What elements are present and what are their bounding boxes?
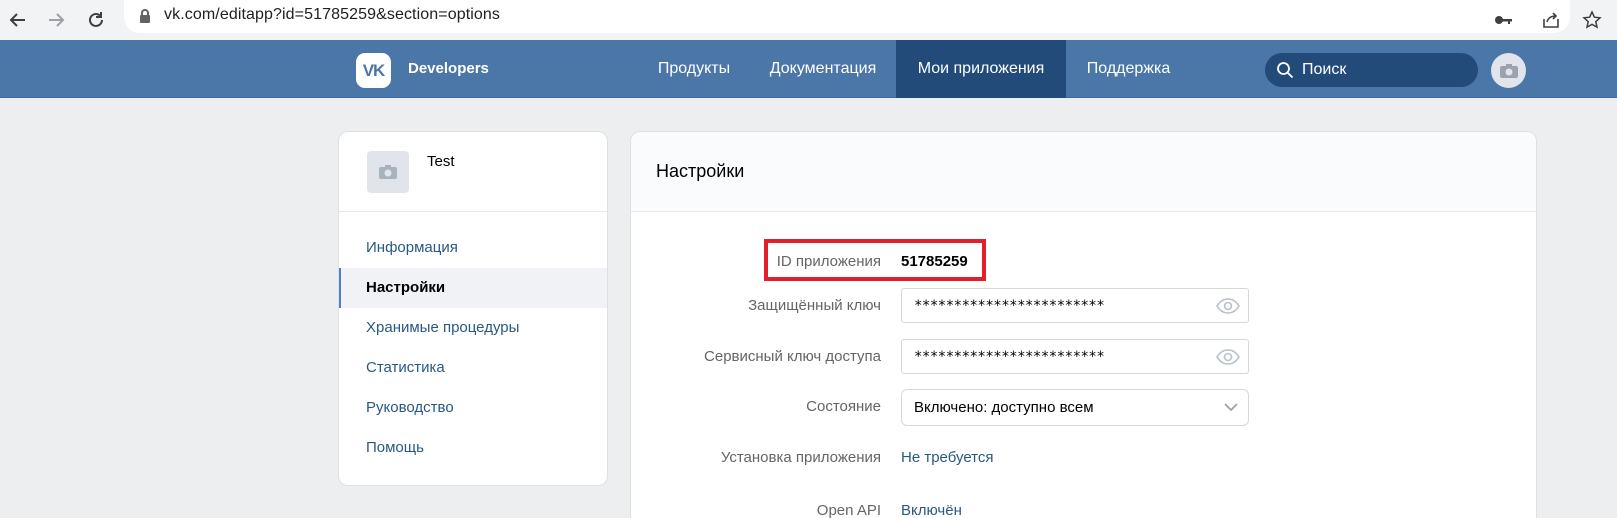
divider — [339, 211, 607, 212]
nav-my-apps[interactable]: Мои приложения — [896, 40, 1066, 98]
key-icon — [1495, 16, 1512, 24]
app-sidebar: Test Информация Настройки Хранимые проце… — [338, 131, 608, 486]
secure-key-label: Защищённый ключ — [748, 297, 881, 314]
address-bar[interactable]: vk.com/editapp?id=51785259&section=optio… — [124, 0, 1570, 33]
app-id-label: ID приложения — [776, 253, 881, 270]
sidebar-item-settings[interactable]: Настройки — [339, 268, 607, 308]
secure-key-field[interactable]: ************************ — [901, 288, 1249, 323]
page-title: Настройки — [656, 161, 745, 181]
url-text: vk.com/editapp?id=51785259&section=optio… — [164, 6, 500, 23]
state-label: Состояние — [806, 398, 881, 415]
lock-icon — [140, 9, 150, 23]
browser-toolbar: vk.com/editapp?id=51785259&section=optio… — [0, 0, 1617, 40]
service-key-value: ************************ — [914, 349, 1105, 365]
arrow-left-icon — [9, 13, 25, 27]
install-label: Установка приложения — [720, 449, 881, 466]
logo-text: VK — [362, 60, 386, 80]
reload-icon — [89, 12, 103, 27]
sidebar-item-help[interactable]: Помощь — [339, 428, 607, 468]
app-thumbnail[interactable] — [367, 151, 409, 193]
search-icon — [1277, 62, 1294, 79]
sidebar-item-guide[interactable]: Руководство — [339, 388, 607, 428]
open-api-label: Open API — [816, 502, 881, 518]
eye-icon[interactable] — [1216, 298, 1240, 314]
settings-panel: Настройки ID приложения 51785259 Защищён… — [630, 131, 1537, 518]
reload-button[interactable] — [80, 4, 112, 36]
state-select[interactable]: Включено: доступно всем — [901, 389, 1249, 426]
camera-icon — [1499, 63, 1518, 78]
vk-logo[interactable]: VK — [356, 53, 391, 88]
service-key-label: Сервисный ключ доступа — [704, 348, 881, 365]
sidebar-item-procedures[interactable]: Хранимые процедуры — [339, 308, 607, 348]
panel-header: Настройки — [631, 132, 1536, 212]
arrow-right-icon — [49, 13, 65, 27]
app-id-value: 51785259 — [901, 253, 968, 270]
search-input[interactable]: Поиск — [1265, 53, 1478, 87]
eye-icon[interactable] — [1216, 349, 1240, 365]
search-placeholder: Поиск — [1302, 61, 1347, 78]
star-icon — [1582, 10, 1602, 29]
nav-docs[interactable]: Документация — [750, 40, 896, 98]
share-icon — [1543, 12, 1559, 28]
app-name: Test — [427, 153, 455, 170]
service-key-field[interactable]: ************************ — [901, 339, 1249, 374]
brand-title[interactable]: Developers — [408, 60, 489, 77]
back-button[interactable] — [2, 4, 34, 36]
nav-support[interactable]: Поддержка — [1066, 40, 1191, 98]
avatar[interactable] — [1491, 53, 1526, 88]
share-button[interactable] — [1535, 4, 1567, 36]
open-api-value-link[interactable]: Включён — [901, 502, 962, 518]
bookmark-button[interactable] — [1576, 4, 1608, 36]
state-value: Включено: доступно всем — [914, 399, 1094, 416]
install-value-link[interactable]: Не требуется — [901, 449, 994, 466]
password-key-button[interactable] — [1487, 4, 1519, 36]
sidebar-item-stats[interactable]: Статистика — [339, 348, 607, 388]
forward-button[interactable] — [40, 4, 72, 36]
secure-key-value: ************************ — [914, 298, 1105, 314]
sidebar-item-info[interactable]: Информация — [339, 228, 607, 268]
chevron-down-icon — [1224, 403, 1238, 412]
nav-products[interactable]: Продукты — [638, 40, 750, 98]
site-header: VK Developers Продукты Документация Мои … — [0, 40, 1617, 98]
camera-icon — [379, 165, 397, 179]
